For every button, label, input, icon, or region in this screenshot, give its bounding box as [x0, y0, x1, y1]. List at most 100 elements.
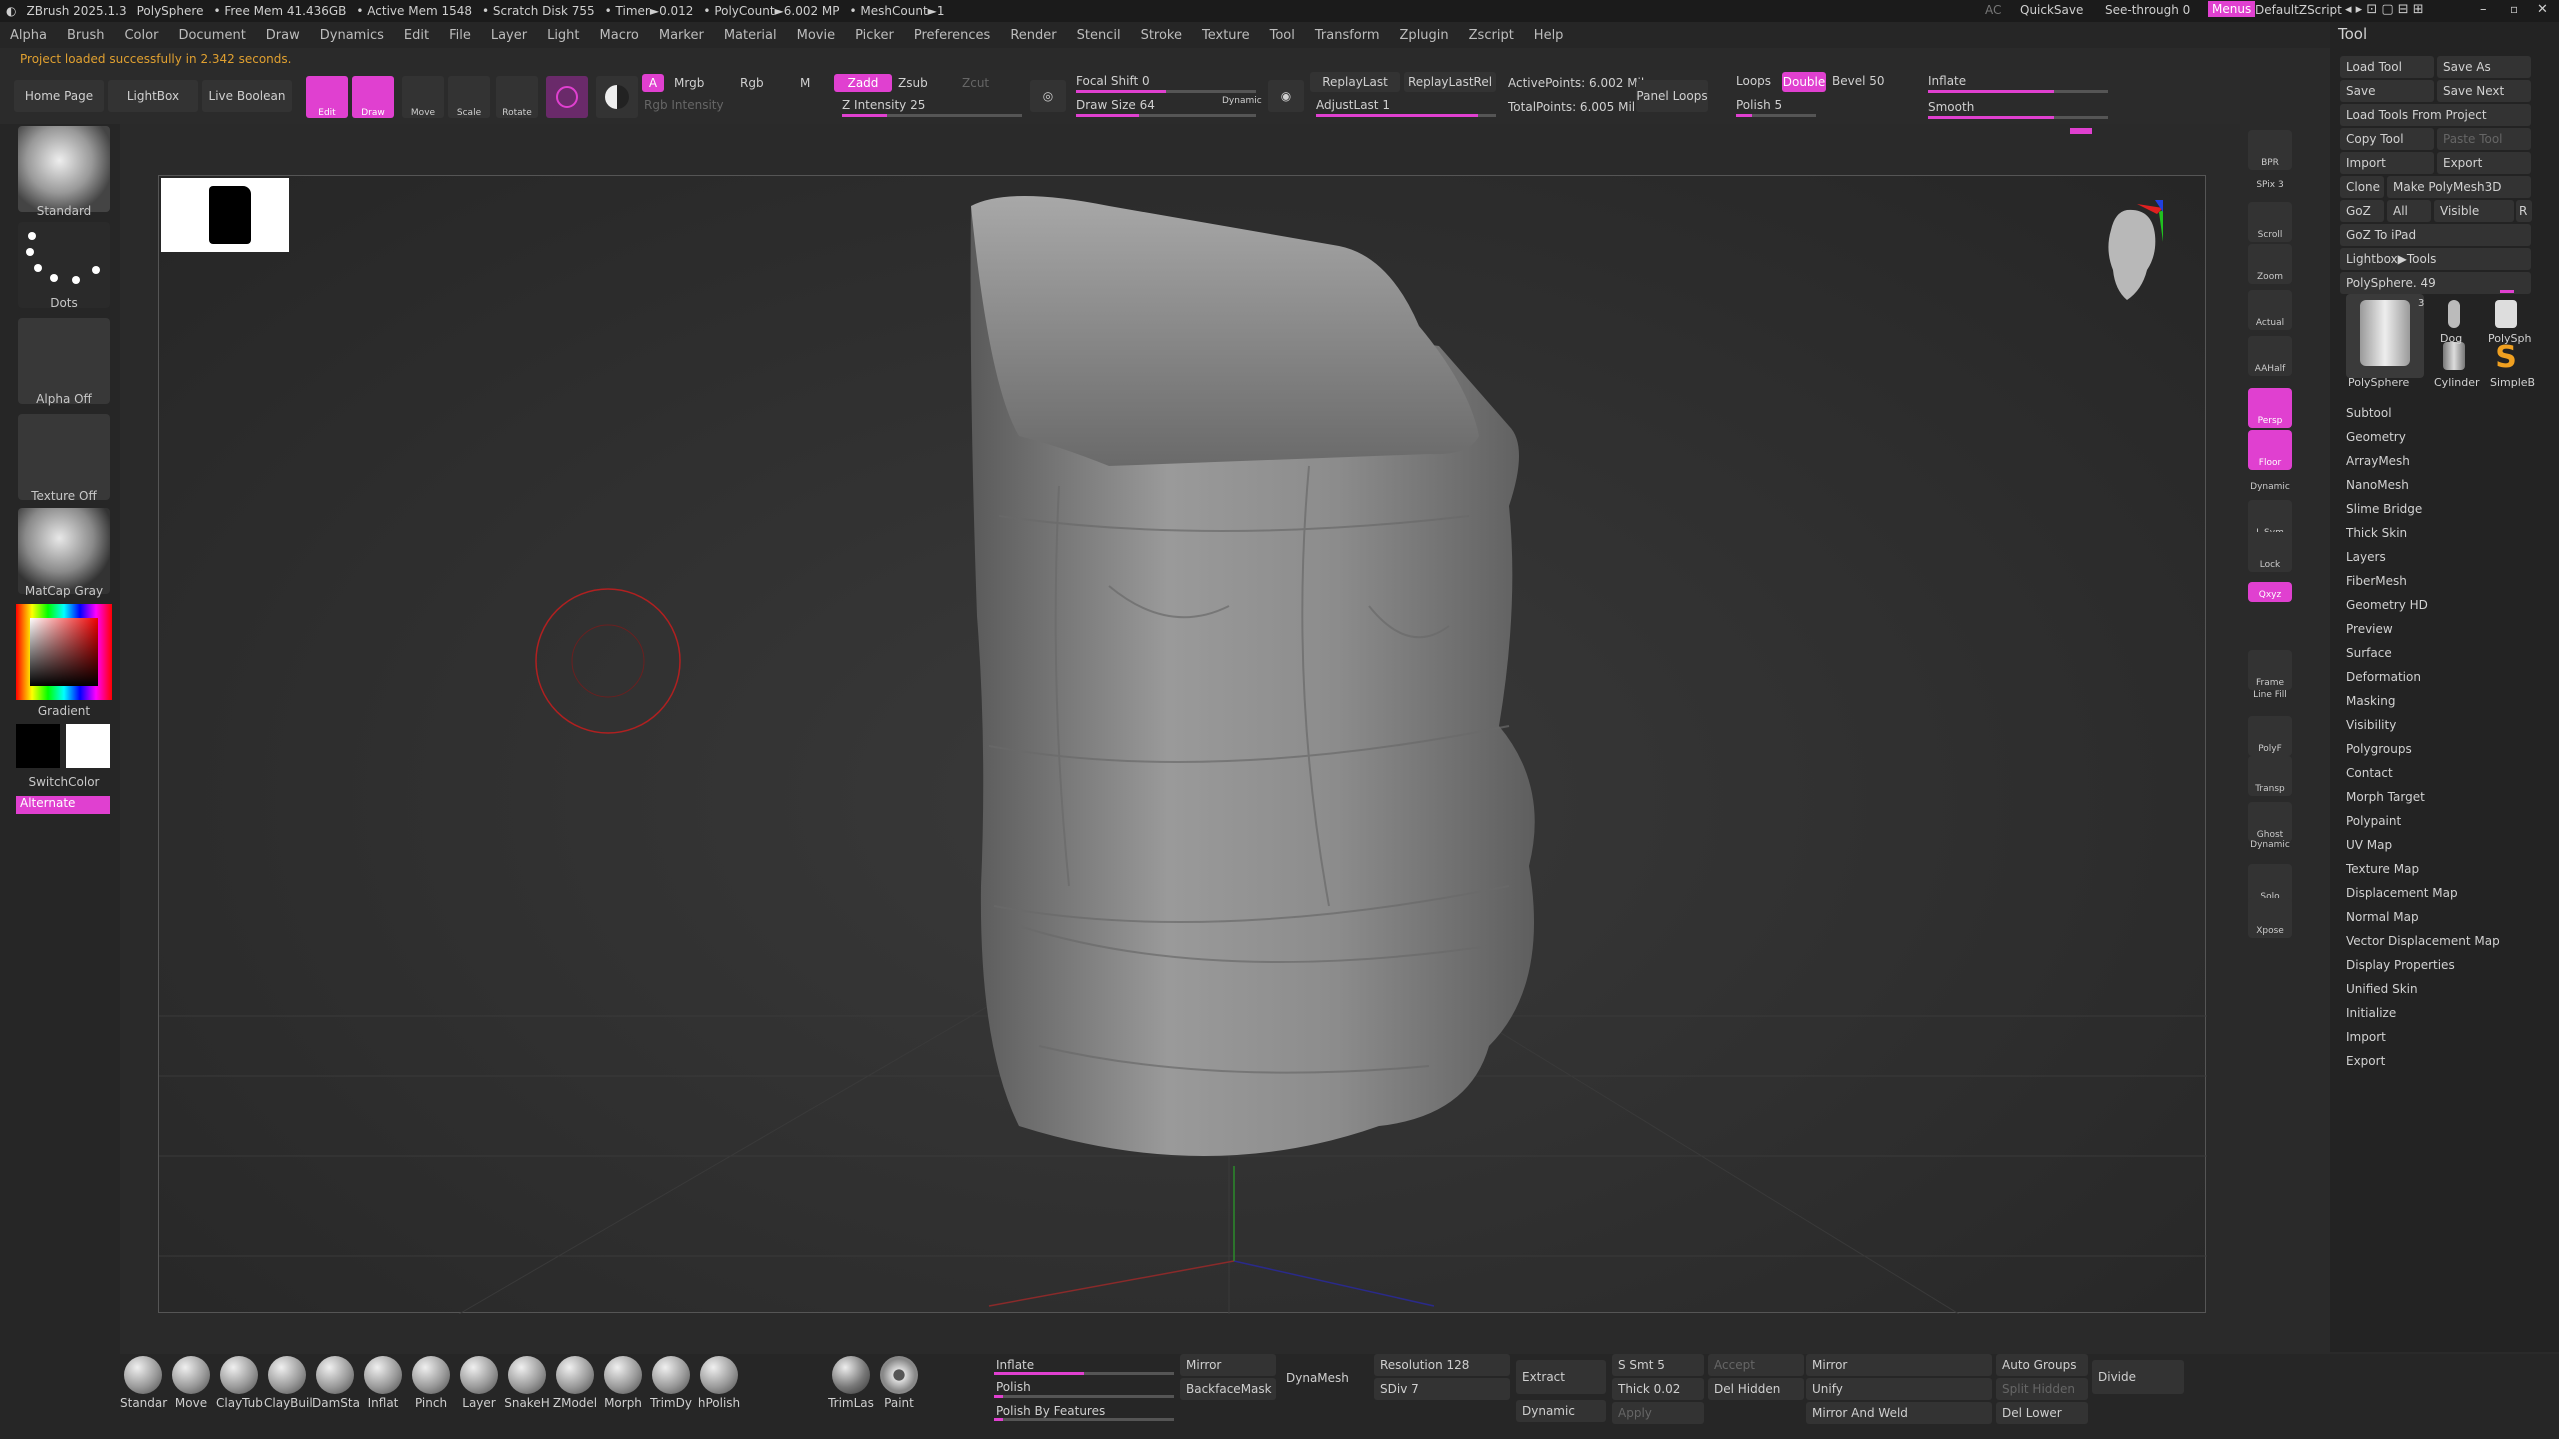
- navigation-thumbnail[interactable]: [161, 178, 289, 252]
- s-smt-slider[interactable]: S Smt 5: [1612, 1354, 1704, 1376]
- maximize-icon[interactable]: ▫: [2510, 2, 2518, 16]
- tool-section-nanomesh[interactable]: NanoMesh: [2346, 478, 2409, 492]
- brush-claybuil[interactable]: ClayBuil: [264, 1354, 313, 1420]
- z-intensity-slider[interactable]: Z Intensity 25: [842, 98, 925, 112]
- zadd-button[interactable]: Zadd: [834, 74, 892, 92]
- rstrip-dynamic[interactable]: Dynamic: [2248, 834, 2292, 852]
- simplebrush-tool-icon[interactable]: S: [2482, 340, 2530, 378]
- polish-track[interactable]: [994, 1395, 1174, 1398]
- tool-section-import[interactable]: Import: [2346, 1030, 2386, 1044]
- rstrip-actual[interactable]: Actual: [2248, 290, 2292, 330]
- rgb-button[interactable]: Rgb: [740, 76, 764, 90]
- default-zscript-button[interactable]: DefaultZScript: [2255, 3, 2342, 17]
- tool-section-geometry-hd[interactable]: Geometry HD: [2346, 598, 2428, 612]
- load-tools-from-project-button[interactable]: Load Tools From Project: [2340, 104, 2531, 126]
- tool-section-deformation[interactable]: Deformation: [2346, 670, 2421, 684]
- focal-shift-slider[interactable]: Focal Shift 0: [1076, 74, 1150, 88]
- rstrip-rotate-icon-13[interactable]: [2248, 628, 2292, 646]
- trimlasso-brush[interactable]: TrimLas: [828, 1354, 874, 1420]
- tool-section-morph-target[interactable]: Morph Target: [2346, 790, 2425, 804]
- inflate-track[interactable]: [994, 1372, 1174, 1375]
- tool-section-geometry[interactable]: Geometry: [2346, 430, 2406, 444]
- menu-alpha[interactable]: Alpha: [0, 28, 57, 43]
- close-icon[interactable]: ✕: [2537, 2, 2548, 17]
- rotate-button[interactable]: Rotate: [496, 76, 538, 118]
- m-button[interactable]: M: [800, 76, 810, 90]
- goz-all-button[interactable]: All: [2387, 200, 2431, 222]
- lightbox-button[interactable]: LightBox: [108, 80, 198, 112]
- rstrip-qxyz[interactable]: Qxyz: [2248, 582, 2292, 602]
- goz-visible-button[interactable]: Visible: [2434, 200, 2514, 222]
- menu-zplugin[interactable]: Zplugin: [1390, 28, 1459, 43]
- menu-tool[interactable]: Tool: [1260, 28, 1305, 43]
- brush-standar[interactable]: Standar: [120, 1354, 167, 1420]
- menu-texture[interactable]: Texture: [1192, 28, 1260, 43]
- draw-size-slider[interactable]: Draw Size 64: [1076, 98, 1155, 112]
- tool-section-export[interactable]: Export: [2346, 1054, 2385, 1068]
- menu-render[interactable]: Render: [1000, 28, 1066, 43]
- replay-last-button[interactable]: ReplayLast: [1310, 72, 1400, 92]
- standard-brush-thumb[interactable]: [18, 126, 110, 212]
- menu-macro[interactable]: Macro: [590, 28, 649, 43]
- backface-mask-button[interactable]: BackfaceMask: [1180, 1378, 1276, 1400]
- quicksave-button[interactable]: QuickSave: [2020, 3, 2083, 17]
- save-next-button[interactable]: Save Next: [2437, 80, 2531, 102]
- brush-trimdy[interactable]: TrimDy: [648, 1354, 694, 1420]
- switch-color-button[interactable]: SwitchColor: [0, 775, 128, 789]
- rstrip-zoom[interactable]: Zoom: [2248, 244, 2292, 284]
- brush-morph[interactable]: Morph: [600, 1354, 646, 1420]
- dynamic-toggle[interactable]: Dynamic: [1222, 96, 1262, 106]
- document-viewport[interactable]: [158, 175, 2207, 1314]
- menu-zscript[interactable]: Zscript: [1459, 28, 1524, 43]
- tool-section-uv-map[interactable]: UV Map: [2346, 838, 2392, 852]
- smooth-track[interactable]: [1928, 116, 2108, 119]
- del-hidden-button[interactable]: Del Hidden: [1708, 1378, 1804, 1400]
- bevel-slider[interactable]: Bevel 50: [1832, 74, 1885, 88]
- tool-section-vector-displacement-map[interactable]: Vector Displacement Map: [2346, 934, 2500, 948]
- menu-transform[interactable]: Transform: [1305, 28, 1390, 43]
- rgb-intensity-slider[interactable]: Rgb Intensity: [644, 98, 724, 112]
- export-button[interactable]: Export: [2437, 152, 2531, 174]
- rstrip-dynamic[interactable]: Dynamic: [2248, 476, 2292, 494]
- unify-button[interactable]: Unify: [1806, 1378, 1992, 1400]
- focal-shift-track[interactable]: [1076, 90, 1256, 93]
- sdiv-slider[interactable]: SDiv 7: [1374, 1378, 1510, 1400]
- see-through-slider[interactable]: See-through 0: [2105, 3, 2190, 17]
- tool-section-arraymesh[interactable]: ArrayMesh: [2346, 454, 2410, 468]
- paint-brush[interactable]: Paint: [876, 1354, 922, 1420]
- brush-claytub[interactable]: ClayTub: [216, 1354, 263, 1420]
- polysph-tool-thumb[interactable]: [2482, 296, 2530, 336]
- brush-damsta[interactable]: DamSta: [312, 1354, 360, 1420]
- navigation-head-gizmo[interactable]: [2097, 200, 2167, 310]
- menu-material[interactable]: Material: [714, 28, 787, 43]
- rstrip-bpr[interactable]: BPR: [2248, 130, 2292, 170]
- rstrip-aahalf[interactable]: AAHalf: [2248, 336, 2292, 376]
- dynamesh-button[interactable]: DynaMesh: [1280, 1360, 1370, 1396]
- auto-groups-button[interactable]: Auto Groups: [1996, 1354, 2088, 1376]
- brush-move[interactable]: Move: [168, 1354, 214, 1420]
- live-boolean-button[interactable]: Live Boolean: [202, 80, 292, 112]
- brush-inflat[interactable]: Inflat: [360, 1354, 406, 1420]
- split-hidden-button[interactable]: Split Hidden: [1996, 1378, 2088, 1400]
- adjust-last-track[interactable]: [1316, 114, 1496, 117]
- home-page-button[interactable]: Home Page: [14, 80, 104, 112]
- menu-stencil[interactable]: Stencil: [1067, 28, 1131, 43]
- extract-button[interactable]: Extract: [1516, 1360, 1606, 1394]
- menu-picker[interactable]: Picker: [845, 28, 904, 43]
- sculpted-bag-mesh[interactable]: [909, 186, 1709, 1186]
- make-polymesh3d-button[interactable]: Make PolyMesh3D: [2387, 176, 2531, 198]
- menu-help[interactable]: Help: [1524, 28, 1574, 43]
- mirror-2-button[interactable]: Mirror: [1806, 1354, 1992, 1376]
- tool-section-subtool[interactable]: Subtool: [2346, 406, 2392, 420]
- rstrip-scroll[interactable]: Scroll: [2248, 202, 2292, 242]
- a-toggle[interactable]: A: [642, 74, 664, 92]
- brush-zmodel[interactable]: ZModel: [552, 1354, 598, 1420]
- color-picker[interactable]: [16, 604, 112, 700]
- menu-layer[interactable]: Layer: [481, 28, 537, 43]
- polish-track[interactable]: [1736, 114, 1816, 117]
- replay-icon[interactable]: ◉: [1268, 80, 1304, 112]
- draw-button[interactable]: Draw: [352, 76, 394, 118]
- rstrip-floor[interactable]: Floor: [2248, 430, 2292, 470]
- rstrip-polyf[interactable]: PolyF: [2248, 716, 2292, 756]
- menu-document[interactable]: Document: [168, 28, 255, 43]
